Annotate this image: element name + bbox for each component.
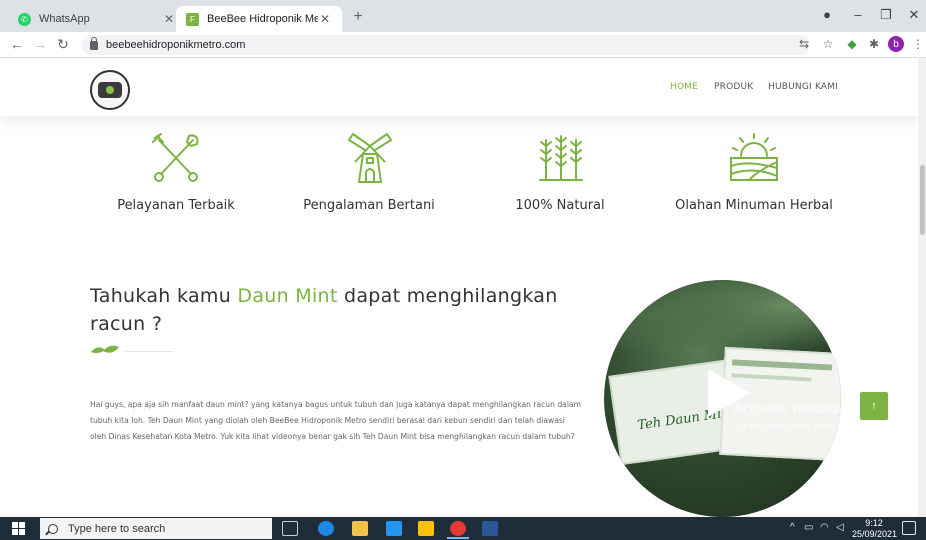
activate-windows-title: Activate Windows — [734, 402, 850, 417]
search-placeholder: Type here to search — [68, 522, 166, 535]
windmill-icon — [348, 133, 392, 183]
tab-beebee[interactable]: F BeeBee Hidroponik Metro ✕ — [176, 6, 342, 32]
close-icon[interactable]: ✕ — [162, 12, 176, 26]
sunrise-field-icon — [730, 133, 778, 181]
url-text: beebeehidroponikmetro.com — [106, 39, 246, 51]
taskbar-search-input[interactable]: Type here to search — [40, 518, 272, 539]
tab-title: WhatsApp — [39, 13, 90, 25]
windows-start-icon[interactable] — [12, 522, 25, 535]
web-page: HOME PRODUK HUBUNGI KAMI Pelayanan Terba… — [0, 58, 918, 517]
translate-icon[interactable]: ⇆ — [796, 37, 812, 51]
article-headline: Tahukah kamu Daun Mint dapat menghilangk… — [90, 282, 580, 338]
tray-chevron-icon[interactable]: ^ — [790, 522, 795, 533]
site-header: HOME PRODUK HUBUNGI KAMI — [0, 58, 918, 116]
clock-date: 25/09/2021 — [852, 529, 898, 539]
clock-time: 9:12 — [865, 518, 883, 528]
headline-text: Tahukah kamu — [90, 285, 238, 307]
article-body: Hai guys, apa aja sih manfaat daun mint?… — [90, 400, 581, 441]
chrome-icon[interactable] — [450, 521, 466, 536]
minimize-icon[interactable]: – — [848, 7, 868, 22]
lock-icon — [90, 36, 98, 50]
extension-icon[interactable]: ◆ — [844, 37, 860, 51]
taskbar-clock[interactable]: 9:12 25/09/2021 — [852, 518, 898, 540]
maximize-icon[interactable]: ❐ — [876, 7, 896, 23]
tab-whatsapp[interactable]: ✆ WhatsApp ✕ — [8, 6, 186, 32]
word-icon[interactable] — [482, 521, 498, 536]
feature-label: Olahan Minuman Herbal — [675, 198, 833, 213]
kebab-menu-icon[interactable]: ⋮ — [910, 37, 926, 51]
back-to-top-button[interactable]: ↑ — [860, 392, 888, 420]
forward-icon[interactable]: → — [31, 36, 49, 52]
url-field[interactable]: beebeehidroponikmetro.com — [82, 35, 810, 55]
profile-avatar[interactable]: b — [888, 36, 904, 52]
whatsapp-icon: ✆ — [18, 12, 31, 26]
search-icon — [48, 523, 58, 534]
nav-home[interactable]: HOME — [670, 82, 698, 92]
reload-icon[interactable]: ↻ — [54, 36, 72, 53]
active-app-indicator — [447, 537, 469, 539]
file-explorer-icon[interactable] — [418, 521, 434, 536]
new-tab-icon[interactable]: + — [348, 8, 368, 26]
arrow-up-icon: ↑ — [871, 400, 877, 412]
battery-icon[interactable]: ▭ — [804, 522, 813, 533]
divider-line — [124, 351, 174, 352]
volume-icon[interactable]: ◁ — [836, 522, 844, 533]
window-close-icon[interactable]: ✕ — [904, 7, 924, 23]
tab-title: BeeBee Hidroponik Metro — [207, 13, 318, 25]
bookmark-star-icon[interactable]: ☆ — [820, 37, 836, 51]
back-icon[interactable]: ← — [8, 36, 26, 52]
page-scrollbar[interactable] — [918, 58, 926, 517]
browser-tab-bar: ✆ WhatsApp ✕ F BeeBee Hidroponik Metro ✕… — [0, 0, 926, 32]
close-icon[interactable]: ✕ — [318, 12, 332, 26]
wheat-icon — [539, 135, 583, 181]
feature-label: 100% Natural — [515, 198, 605, 213]
edge-icon[interactable] — [318, 521, 334, 536]
nav-produk[interactable]: PRODUK — [714, 82, 753, 92]
chrome-menu-icon[interactable]: ● — [817, 7, 837, 22]
wifi-icon[interactable]: ◠ — [820, 522, 829, 533]
screen: ✆ WhatsApp ✕ F BeeBee Hidroponik Metro ✕… — [0, 0, 926, 540]
address-bar: ← → ↻ beebeehidroponikmetro.com ⇆ ☆ ◆ ✱ … — [0, 32, 926, 58]
windows-taskbar: Type here to search ^ ▭ ◠ ◁ 9:12 25/09/2… — [0, 517, 926, 540]
leaf-divider-icon — [91, 345, 119, 354]
nav-hubungi-kami[interactable]: HUBUNGI KAMI — [768, 82, 838, 92]
feature-label: Pelayanan Terbaik — [117, 198, 235, 213]
feature-label: Pengalaman Bertani — [303, 198, 435, 213]
task-view-icon[interactable] — [282, 521, 298, 536]
shovel-fork-icon — [152, 133, 199, 182]
mail-icon[interactable] — [386, 521, 402, 536]
video-thumbnail[interactable]: Teh Daun Mint — [604, 280, 841, 517]
notification-center-icon[interactable] — [902, 521, 916, 535]
store-icon[interactable] — [352, 521, 368, 536]
puzzle-icon[interactable]: ✱ — [866, 37, 882, 51]
headline-accent: Daun Mint — [237, 285, 338, 307]
scrollbar-thumb[interactable] — [920, 165, 925, 235]
activate-windows-subtitle: Go to Settings to activate Windows. — [734, 422, 896, 432]
site-logo[interactable] — [90, 70, 130, 110]
logo-mark-icon — [98, 82, 122, 98]
site-favicon-icon: F — [186, 12, 199, 26]
